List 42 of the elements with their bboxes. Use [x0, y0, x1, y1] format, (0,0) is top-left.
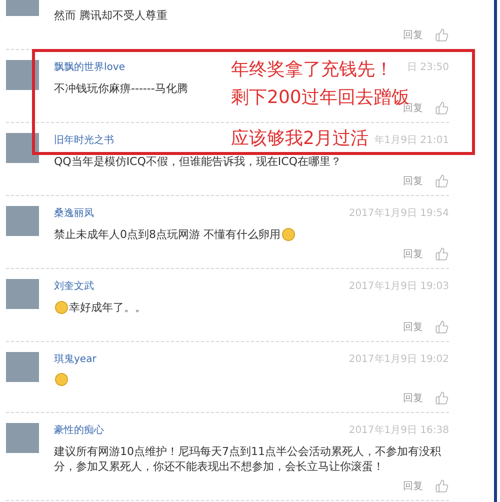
avatar-photo-placeholder	[6, 279, 39, 309]
emoji-icon	[55, 373, 68, 386]
emoji-icon	[55, 301, 68, 314]
like-icon[interactable]	[435, 479, 449, 493]
like-icon[interactable]	[435, 320, 449, 334]
comment-text: 禁止未成年人0点到8点玩网游 不懂有什么卵用	[54, 227, 280, 242]
avatar-photo-placeholder	[6, 423, 39, 453]
timestamp: 日 23:50	[407, 60, 449, 74]
avatar-photo-placeholder	[6, 60, 39, 90]
timestamp: 2017年1月9日 19:03	[348, 280, 449, 294]
username-link[interactable]: 豪性的痴心	[54, 422, 104, 438]
timestamp: 2017年1月9日 16:38	[348, 424, 449, 438]
comment-text: 幸好成年了。。	[69, 300, 146, 315]
reply-button[interactable]: 回复	[403, 390, 423, 406]
comment-text: 然而 腾讯却不受人尊重	[54, 8, 168, 23]
timestamp: 2017年1月9日 19:02	[348, 352, 449, 366]
like-icon[interactable]	[435, 101, 449, 115]
annotation-text: 年终奖拿了充钱先！	[231, 58, 393, 82]
timestamp: 年1月9日 21:01	[374, 134, 449, 148]
comment-text: QQ当年是模仿ICQ不假，但谁能告诉我，现在ICQ在哪里？	[54, 154, 342, 169]
like-icon[interactable]	[435, 174, 449, 188]
annotation-text: 应该够我2月过活	[231, 127, 368, 151]
username-link[interactable]: 刘奎文武	[54, 278, 94, 294]
reply-button[interactable]: 回复	[403, 174, 423, 188]
username-link[interactable]: 琪鬼year	[54, 352, 96, 366]
username-link[interactable]: 桑逸丽凤	[54, 206, 94, 220]
reply-button[interactable]: 回复	[403, 320, 423, 334]
username-link[interactable]: 旧年时光之书	[54, 132, 114, 148]
avatar-photo-placeholder	[6, 206, 39, 236]
like-icon[interactable]	[435, 391, 449, 405]
comment-text: 建议所有网游10点维护！尼玛每天7点到11点半公会活动累死人，不参加有没积分，参加又累死人，你还不能表现出不想参加，会长立马让你滚蛋！	[54, 444, 442, 474]
avatar-photo-placeholder	[6, 133, 39, 163]
timestamp: 2017年1月9日 19:54	[348, 206, 449, 220]
reply-button[interactable]: 回复	[403, 246, 423, 262]
emoji-icon	[282, 228, 294, 241]
avatar-photo-placeholder	[6, 352, 39, 382]
username-link[interactable]: 飘飘的世界love	[54, 60, 125, 74]
comment-text: 不冲钱玩你麻痹------马化腾	[54, 81, 188, 96]
reply-button[interactable]: 回复	[403, 28, 423, 42]
like-icon[interactable]	[435, 28, 449, 42]
reply-button[interactable]: 回复	[403, 478, 423, 494]
like-icon[interactable]	[435, 247, 449, 261]
